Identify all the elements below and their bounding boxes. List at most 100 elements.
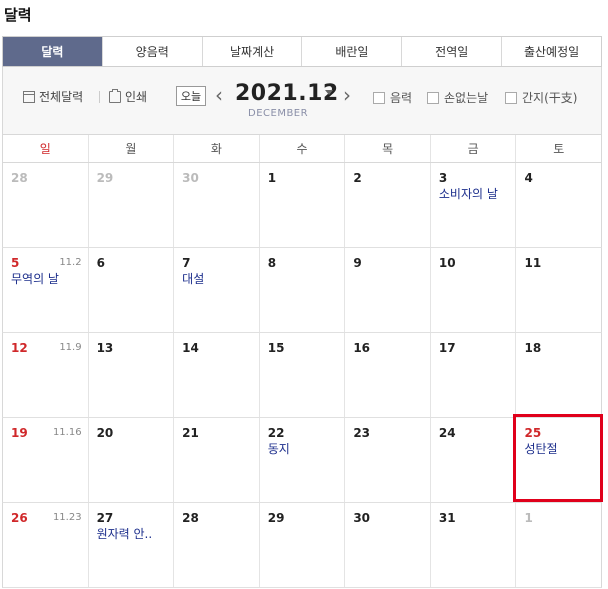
day-number: 27 xyxy=(96,511,114,525)
week-row: 12 11.9 13 14 15 16 17 18 xyxy=(2,333,602,418)
day-number: 8 xyxy=(267,256,277,270)
day-cell[interactable]: 9 xyxy=(344,248,430,332)
day-cell[interactable]: 30 xyxy=(173,163,259,247)
day-cell[interactable]: 28 xyxy=(3,163,88,247)
day-cell[interactable]: 18 xyxy=(515,333,601,417)
event-label[interactable]: 소비자의 날 xyxy=(439,185,498,202)
checkbox-box[interactable] xyxy=(505,91,517,104)
week-row: 26 11.23 27 원자력 안.. 28 29 30 31 1 xyxy=(2,503,602,588)
day-cell[interactable]: 22 동지 xyxy=(258,418,345,502)
day-cell[interactable]: 11 xyxy=(515,248,601,332)
day-number: 25 xyxy=(524,426,542,440)
day-cell[interactable]: 17 xyxy=(429,333,516,417)
calendar-toolbar: 전체달력 인쇄 오늘 ‹ 2021.12 › DECEMBER 음력 손없는날 … xyxy=(2,67,602,135)
day-cell[interactable]: 28 xyxy=(173,503,259,587)
day-cell[interactable]: 29 xyxy=(87,163,174,247)
lunar-checkbox[interactable]: 음력 xyxy=(373,89,412,106)
event-label[interactable]: 무역의 날 xyxy=(11,270,59,287)
day-cell[interactable]: 16 xyxy=(344,333,430,417)
day-number: 16 xyxy=(353,341,371,355)
sonless-day-checkbox-label: 손없는날 xyxy=(444,91,489,105)
checkbox-box[interactable] xyxy=(373,91,385,104)
full-calendar-button[interactable]: 전체달력 xyxy=(23,88,83,105)
day-cell[interactable]: 23 xyxy=(344,418,430,502)
day-cell[interactable]: 14 xyxy=(173,333,259,417)
tab-due-date[interactable]: 출산예정일 xyxy=(501,37,601,66)
day-cell[interactable]: 5 11.2 무역의 날 xyxy=(3,248,88,332)
weekday-wednesday: 수 xyxy=(258,135,345,162)
day-cell[interactable]: 13 xyxy=(87,333,174,417)
weekday-friday: 금 xyxy=(429,135,516,162)
lunar-date: 11.16 xyxy=(52,427,82,438)
lunar-checkbox-label: 음력 xyxy=(390,91,413,105)
day-number: 19 xyxy=(11,426,28,440)
printer-icon xyxy=(109,88,121,103)
day-cell[interactable]: 12 11.9 xyxy=(3,333,88,417)
day-cell[interactable]: 21 xyxy=(173,418,259,502)
prev-month-icon[interactable]: ‹ xyxy=(215,85,223,105)
day-number: 12 xyxy=(11,341,28,355)
tab-bar: 달력 양음력 날짜계산 배란일 전역일 출산예정일 xyxy=(2,36,602,67)
tab-lunar-solar[interactable]: 양음력 xyxy=(101,37,202,66)
tab-calendar[interactable]: 달력 xyxy=(3,37,102,66)
weekday-saturday: 토 xyxy=(515,135,601,162)
tab-date-calc[interactable]: 날짜계산 xyxy=(201,37,302,66)
page-title: 달력 xyxy=(4,6,32,24)
day-number: 28 xyxy=(182,511,199,525)
event-label[interactable]: 원자력 안.. xyxy=(97,525,153,542)
day-cell[interactable]: 3 소비자의 날 xyxy=(429,163,516,247)
day-cell[interactable]: 24 xyxy=(429,418,516,502)
weekday-tuesday: 화 xyxy=(173,135,259,162)
sonless-day-checkbox[interactable]: 손없는날 xyxy=(427,89,488,106)
day-cell[interactable]: 29 xyxy=(258,503,345,587)
day-number: 3 xyxy=(438,171,448,185)
weekday-sunday: 일 xyxy=(39,142,51,156)
day-cell[interactable]: 15 xyxy=(258,333,345,417)
event-label[interactable]: 성탄절 xyxy=(524,440,557,457)
day-cell[interactable]: 20 xyxy=(87,418,174,502)
chevron-down-icon[interactable] xyxy=(325,90,333,95)
ganji-checkbox[interactable]: 간지(干支) xyxy=(505,89,577,106)
day-cell[interactable]: 6 xyxy=(87,248,174,332)
day-number: 2 xyxy=(353,171,362,185)
next-month-icon[interactable]: › xyxy=(343,85,351,105)
day-number: 5 xyxy=(11,256,20,270)
day-cell[interactable]: 7 대설 xyxy=(173,248,259,332)
print-label: 인쇄 xyxy=(125,90,148,104)
tab-discharge[interactable]: 전역일 xyxy=(401,37,502,66)
day-cell[interactable]: 27 원자력 안.. xyxy=(87,503,174,587)
day-cell[interactable]: 25 성탄절 xyxy=(515,418,601,502)
day-cell[interactable]: 19 11.16 xyxy=(3,418,88,502)
day-number: 18 xyxy=(524,341,542,355)
checkbox-box[interactable] xyxy=(427,91,439,104)
lunar-date: 11.9 xyxy=(59,342,82,353)
day-number: 26 xyxy=(11,511,28,525)
print-button[interactable]: 인쇄 xyxy=(109,88,147,105)
day-cell[interactable]: 26 11.23 xyxy=(3,503,88,587)
day-cell[interactable]: 30 xyxy=(344,503,430,587)
lunar-date: 11.2 xyxy=(59,257,82,268)
calendar-weeks: 28 29 30 1 2 3 소비자의 날 4 5 11.2 무역의 날 6 7 대설 8 9 10 11 12 11… xyxy=(2,163,602,588)
current-month[interactable]: 2021.12 xyxy=(235,81,339,106)
day-number: 6 xyxy=(96,256,105,270)
day-cell[interactable]: 4 xyxy=(515,163,601,247)
day-cell[interactable]: 1 xyxy=(258,163,345,247)
day-cell[interactable]: 10 xyxy=(429,248,516,332)
day-cell[interactable]: 8 xyxy=(258,248,345,332)
tab-ovulation[interactable]: 배란일 xyxy=(301,37,402,66)
day-cell[interactable]: 2 xyxy=(344,163,430,247)
day-number: 1 xyxy=(524,511,533,525)
day-cell[interactable]: 1 xyxy=(515,503,601,587)
event-label[interactable]: 동지 xyxy=(268,440,290,457)
event-label[interactable]: 대설 xyxy=(182,270,204,287)
day-number: 4 xyxy=(524,171,533,185)
day-number: 30 xyxy=(353,511,371,525)
month-english: DECEMBER xyxy=(248,108,309,119)
day-number: 9 xyxy=(353,256,362,270)
day-cell[interactable]: 31 xyxy=(429,503,516,587)
day-number: 11 xyxy=(524,256,542,270)
weekday-header: 일 월 화 수 목 금 토 xyxy=(2,135,602,163)
weekday-thursday: 목 xyxy=(344,135,430,162)
day-number: 31 xyxy=(438,511,456,525)
today-button[interactable]: 오늘 xyxy=(176,86,206,106)
